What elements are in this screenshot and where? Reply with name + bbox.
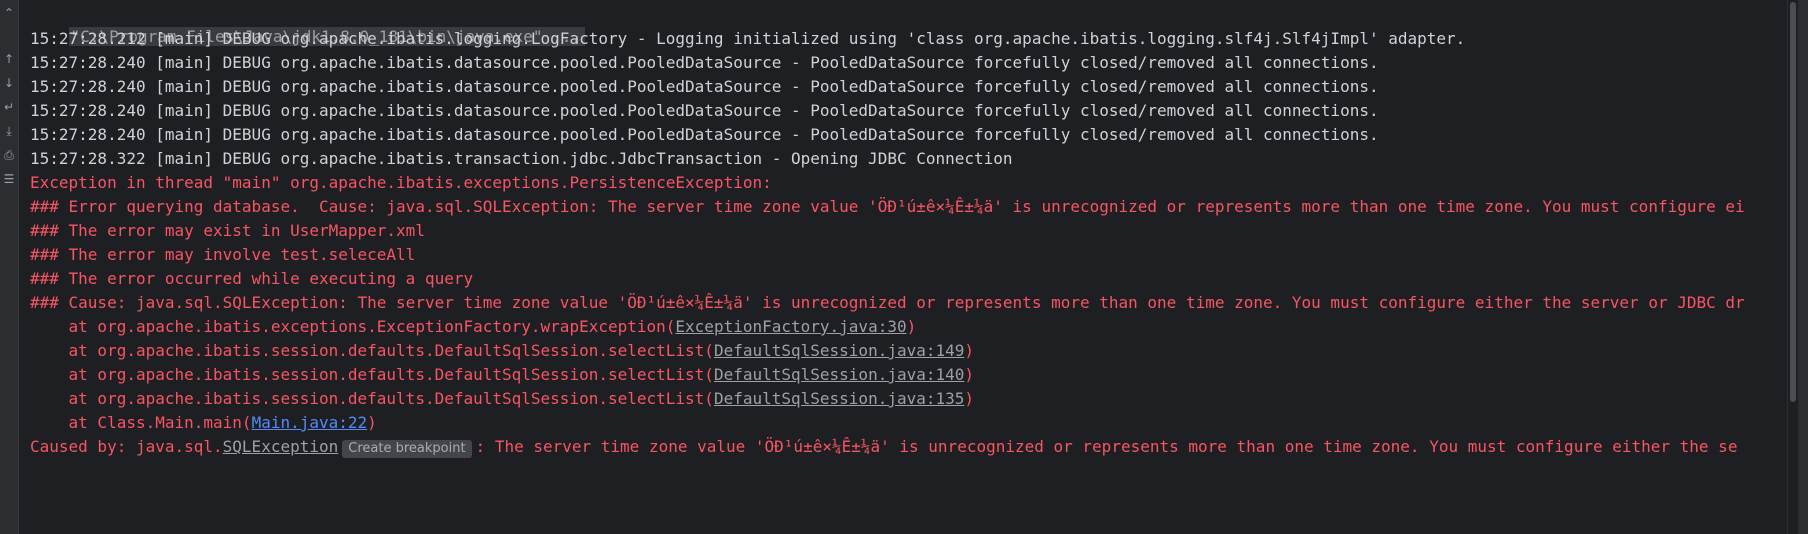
caused-by-message: : The server time zone value 'ÖÐ¹ú±ê×¼Ê±… <box>475 437 1738 456</box>
caused-by-line: Caused by: java.sql.SQLException Create b… <box>30 436 1737 458</box>
run-console-output[interactable]: "C:\Program Files\Java\jdk1.8.0_181\bin\… <box>19 0 1798 534</box>
command-line: "C:\Program Files\Java\jdk1.8.0_181\bin\… <box>30 4 586 46</box>
log-line: 15:27:28.322 [main] DEBUG org.apache.iba… <box>30 149 1013 168</box>
error-line: ### Error querying database. Cause: java… <box>30 197 1745 216</box>
source-link[interactable]: DefaultSqlSession.java:140 <box>714 365 964 384</box>
error-line: ### Cause: java.sql.SQLException: The se… <box>30 293 1745 312</box>
arrow-up-icon[interactable]: ↑ <box>3 52 15 66</box>
source-link[interactable]: ExceptionFactory.java:30 <box>675 317 906 336</box>
print-icon[interactable]: ⎙ <box>3 148 15 162</box>
source-link[interactable]: DefaultSqlSession.java:149 <box>714 341 964 360</box>
log-line: 15:27:28.240 [main] DEBUG org.apache.iba… <box>30 53 1379 72</box>
stack-frame-text: at org.apache.ibatis.session.defaults.De… <box>30 389 714 408</box>
stack-frame: at org.apache.ibatis.session.defaults.De… <box>30 340 975 362</box>
stack-frame-suffix: ) <box>367 413 377 432</box>
chevron-up-icon[interactable]: ⌃ <box>3 6 15 20</box>
stack-frame: at Class.Main.main(Main.java:22) <box>30 412 377 434</box>
log-line: 15:27:28.240 [main] DEBUG org.apache.iba… <box>30 101 1379 120</box>
stack-frame-suffix: ) <box>906 317 917 336</box>
stack-frame-suffix: ) <box>964 389 975 408</box>
stack-frame-text: at org.apache.ibatis.exceptions.Exceptio… <box>30 317 676 336</box>
source-link-user-code[interactable]: Main.java:22 <box>252 413 368 432</box>
trash-icon[interactable]: ☰ <box>3 172 15 186</box>
source-link[interactable]: DefaultSqlSession.java:135 <box>714 389 964 408</box>
stack-frame: at org.apache.ibatis.exceptions.Exceptio… <box>30 316 917 338</box>
scrollbar-thumb[interactable] <box>1790 2 1796 402</box>
stack-frame: at org.apache.ibatis.session.defaults.De… <box>30 364 975 386</box>
stack-frame-suffix: ) <box>964 341 975 360</box>
error-line: Exception in thread "main" org.apache.ib… <box>30 173 782 192</box>
log-line: 15:27:28.240 [main] DEBUG org.apache.iba… <box>30 77 1379 96</box>
create-breakpoint-button[interactable]: Create breakpoint <box>342 440 472 458</box>
caused-by-prefix: Caused by: java.sql. <box>30 437 223 456</box>
scroll-to-end-icon[interactable]: ⤓ <box>3 124 15 138</box>
stack-frame-text: at Class.Main.main( <box>30 413 252 432</box>
stack-frame-text: at org.apache.ibatis.session.defaults.De… <box>30 341 714 360</box>
log-line: 15:27:28.212 [main] DEBUG org.apache.iba… <box>30 29 1466 48</box>
console-toolbar: ⌃ ↑ ↓ ↵ ⤓ ⎙ ☰ <box>0 0 19 534</box>
exception-class-link[interactable]: SQLException <box>223 437 339 456</box>
stack-frame-text: at org.apache.ibatis.session.defaults.De… <box>30 365 714 384</box>
vertical-scrollbar[interactable] <box>1787 0 1798 534</box>
soft-wrap-icon[interactable]: ↵ <box>3 100 15 114</box>
log-line: 15:27:28.240 [main] DEBUG org.apache.iba… <box>30 125 1379 144</box>
error-line: ### The error may involve test.seleceAll <box>30 245 416 264</box>
arrow-down-icon[interactable]: ↓ <box>3 76 15 90</box>
stack-frame: at org.apache.ibatis.session.defaults.De… <box>30 388 975 410</box>
error-line: ### The error occurred while executing a… <box>30 269 474 288</box>
error-line: ### The error may exist in UserMapper.xm… <box>30 221 425 240</box>
stack-frame-suffix: ) <box>964 365 975 384</box>
